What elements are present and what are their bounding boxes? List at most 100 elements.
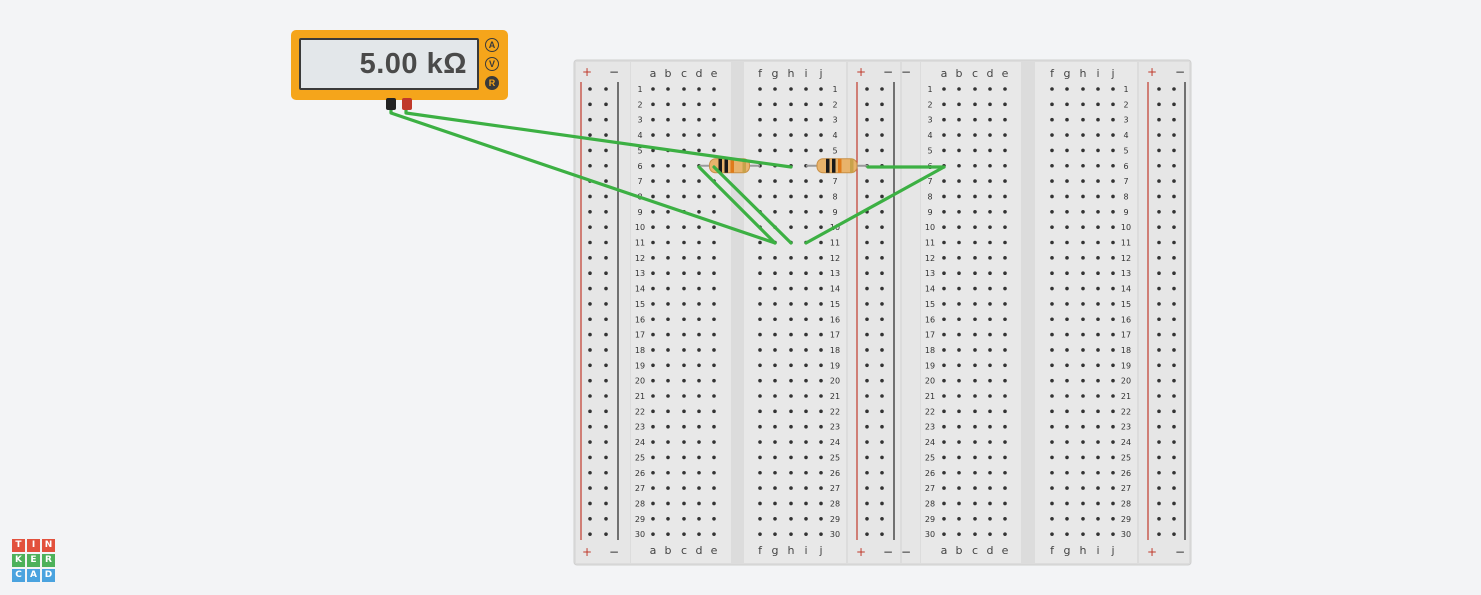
breadboard-hole[interactable] xyxy=(1096,486,1100,490)
breadboard-hole[interactable] xyxy=(988,486,992,490)
breadboard-hole[interactable] xyxy=(1003,348,1007,352)
breadboard-hole[interactable] xyxy=(773,87,777,91)
breadboard-hole[interactable] xyxy=(651,163,655,168)
rail-hole[interactable] xyxy=(865,394,869,398)
breadboard-hole[interactable] xyxy=(957,409,961,414)
breadboard-hole[interactable] xyxy=(804,394,808,398)
rail-hole[interactable] xyxy=(604,271,608,276)
breadboard-hole[interactable] xyxy=(1003,133,1007,137)
breadboard-hole[interactable] xyxy=(682,470,686,475)
breadboard-hole[interactable] xyxy=(819,363,823,368)
breadboard-hole[interactable] xyxy=(1111,240,1115,245)
breadboard-hole[interactable] xyxy=(1096,317,1100,322)
breadboard-hole[interactable] xyxy=(1111,394,1115,398)
breadboard-hole[interactable] xyxy=(1096,517,1100,521)
breadboard-hole[interactable] xyxy=(1096,117,1100,122)
rail-hole[interactable] xyxy=(1157,87,1161,91)
breadboard-hole[interactable] xyxy=(712,102,716,107)
breadboard-hole[interactable] xyxy=(819,394,823,398)
breadboard-hole[interactable] xyxy=(682,133,686,137)
breadboard-hole[interactable] xyxy=(1050,348,1054,352)
breadboard-hole[interactable] xyxy=(1065,163,1069,168)
breadboard-hole[interactable] xyxy=(666,348,670,352)
breadboard-hole[interactable] xyxy=(697,271,701,276)
breadboard-hole[interactable] xyxy=(957,302,961,306)
breadboard-hole[interactable] xyxy=(651,348,655,352)
breadboard-hole[interactable] xyxy=(1096,378,1100,383)
breadboard-hole[interactable] xyxy=(1003,378,1007,383)
rail-hole[interactable] xyxy=(1172,501,1176,506)
rail-hole[interactable] xyxy=(1172,302,1176,306)
rail-hole[interactable] xyxy=(1157,102,1161,107)
breadboard-hole[interactable] xyxy=(973,348,977,352)
black-probe-plug[interactable] xyxy=(386,98,396,110)
rail-hole[interactable] xyxy=(588,470,592,475)
breadboard-hole[interactable] xyxy=(1096,148,1100,153)
breadboard-hole[interactable] xyxy=(651,378,655,383)
breadboard-hole[interactable] xyxy=(1003,470,1007,475)
breadboard-hole[interactable] xyxy=(789,117,793,122)
breadboard-hole[interactable] xyxy=(712,194,716,199)
breadboard-hole[interactable] xyxy=(804,440,808,444)
breadboard-hole[interactable] xyxy=(988,409,992,414)
breadboard-hole[interactable] xyxy=(758,455,762,460)
breadboard-hole[interactable] xyxy=(651,501,655,506)
rail-hole[interactable] xyxy=(880,409,884,414)
breadboard-hole[interactable] xyxy=(773,424,777,429)
rail-hole[interactable] xyxy=(604,394,608,398)
breadboard-hole[interactable] xyxy=(1081,517,1085,521)
breadboard-hole[interactable] xyxy=(789,87,793,91)
breadboard-hole[interactable] xyxy=(682,302,686,306)
rail-hole[interactable] xyxy=(588,332,592,337)
breadboard-hole[interactable] xyxy=(1050,440,1054,444)
breadboard-hole[interactable] xyxy=(697,102,701,107)
breadboard-hole[interactable] xyxy=(988,225,992,229)
rail-hole[interactable] xyxy=(880,486,884,490)
breadboard-hole[interactable] xyxy=(666,133,670,137)
rail-hole[interactable] xyxy=(588,394,592,398)
breadboard-hole[interactable] xyxy=(712,517,716,521)
rail-hole[interactable] xyxy=(604,302,608,306)
breadboard-hole[interactable] xyxy=(819,348,823,352)
breadboard-hole[interactable] xyxy=(1096,455,1100,460)
breadboard-hole[interactable] xyxy=(651,210,655,214)
breadboard-hole[interactable] xyxy=(1096,470,1100,475)
rail-hole[interactable] xyxy=(604,501,608,506)
breadboard-hole[interactable] xyxy=(942,240,946,245)
breadboard-hole[interactable] xyxy=(973,163,977,168)
breadboard-hole[interactable] xyxy=(957,163,961,168)
multimeter[interactable]: 5.00 kΩ A V R xyxy=(291,30,508,100)
breadboard-hole[interactable] xyxy=(942,486,946,490)
breadboard-hole[interactable] xyxy=(682,332,686,337)
breadboard-hole[interactable] xyxy=(682,240,686,245)
breadboard-hole[interactable] xyxy=(1096,163,1100,168)
breadboard-hole[interactable] xyxy=(1003,148,1007,153)
rail-hole[interactable] xyxy=(1172,286,1176,291)
breadboard-hole[interactable] xyxy=(789,378,793,383)
breadboard-hole[interactable] xyxy=(1003,363,1007,368)
breadboard-hole[interactable] xyxy=(804,286,808,291)
breadboard-hole[interactable] xyxy=(682,286,686,291)
rail-hole[interactable] xyxy=(1172,179,1176,183)
rail-hole[interactable] xyxy=(865,225,869,229)
breadboard-hole[interactable] xyxy=(988,470,992,475)
breadboard-hole[interactable] xyxy=(1111,486,1115,490)
breadboard-hole[interactable] xyxy=(666,225,670,229)
breadboard-hole[interactable] xyxy=(712,302,716,306)
breadboard-hole[interactable] xyxy=(973,501,977,506)
rail-hole[interactable] xyxy=(865,271,869,276)
rail-hole[interactable] xyxy=(588,440,592,444)
breadboard-hole[interactable] xyxy=(758,317,762,322)
breadboard-hole[interactable] xyxy=(819,409,823,414)
canvas[interactable]: + + − − + + − − − − + + − − a a b b c c d d e e f f g g h h i i j j 1 1 2 2 3 3… xyxy=(0,0,1481,595)
breadboard-hole[interactable] xyxy=(988,424,992,429)
breadboard-hole[interactable] xyxy=(1111,455,1115,460)
breadboard-hole[interactable] xyxy=(988,271,992,276)
rail-hole[interactable] xyxy=(1157,424,1161,429)
rail-hole[interactable] xyxy=(604,424,608,429)
breadboard-hole[interactable] xyxy=(973,179,977,183)
rail-hole[interactable] xyxy=(880,302,884,306)
rail-hole[interactable] xyxy=(1172,332,1176,337)
breadboard-hole[interactable] xyxy=(1111,286,1115,291)
rail-hole[interactable] xyxy=(604,148,608,153)
